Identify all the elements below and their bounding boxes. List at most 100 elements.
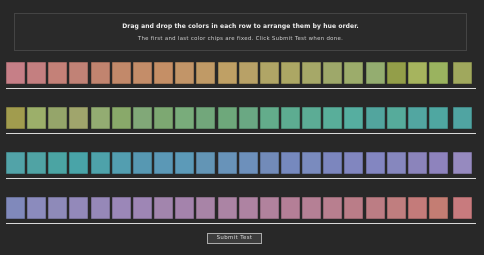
- color-chip[interactable]: [280, 107, 300, 129]
- color-chip[interactable]: [407, 197, 427, 219]
- color-chip[interactable]: [196, 152, 216, 174]
- color-chip[interactable]: [90, 107, 110, 129]
- color-chip[interactable]: [27, 62, 47, 84]
- fixed-color-chip: [6, 152, 25, 174]
- submit-test-button[interactable]: Submit Test: [207, 233, 262, 244]
- color-chip[interactable]: [280, 62, 300, 84]
- color-chip[interactable]: [238, 197, 258, 219]
- color-chip[interactable]: [344, 152, 364, 174]
- color-chip[interactable]: [365, 152, 385, 174]
- color-chip[interactable]: [259, 107, 279, 129]
- color-chip[interactable]: [27, 107, 47, 129]
- color-chip[interactable]: [154, 107, 173, 129]
- color-chip[interactable]: [259, 197, 279, 219]
- instructions-subtitle: The first and last color chips are fixed…: [137, 36, 344, 42]
- hue-test-app: Drag and drop the colors in each row to …: [0, 0, 484, 255]
- color-chip[interactable]: [280, 152, 300, 174]
- color-chip[interactable]: [48, 107, 68, 129]
- color-row-3: [6, 152, 476, 179]
- row-divider: [6, 88, 476, 89]
- color-chip[interactable]: [238, 107, 258, 129]
- color-chip[interactable]: [196, 107, 216, 129]
- color-chip[interactable]: [302, 152, 322, 174]
- fixed-color-chip: [6, 62, 25, 84]
- color-chip[interactable]: [27, 152, 47, 174]
- color-chip[interactable]: [154, 62, 173, 84]
- color-chip[interactable]: [175, 107, 195, 129]
- color-chip[interactable]: [132, 197, 152, 219]
- color-chip[interactable]: [48, 62, 68, 84]
- color-chip[interactable]: [111, 152, 131, 174]
- color-row-2: [6, 107, 476, 134]
- color-chip[interactable]: [429, 62, 448, 84]
- color-chip[interactable]: [69, 197, 89, 219]
- color-chip[interactable]: [429, 152, 448, 174]
- color-chip[interactable]: [365, 107, 385, 129]
- color-chip[interactable]: [154, 197, 173, 219]
- color-chip[interactable]: [302, 197, 322, 219]
- color-chip[interactable]: [344, 107, 364, 129]
- color-chip[interactable]: [344, 197, 364, 219]
- color-chip[interactable]: [196, 197, 216, 219]
- color-chip[interactable]: [323, 62, 343, 84]
- color-chip[interactable]: [111, 62, 131, 84]
- color-chip[interactable]: [69, 107, 89, 129]
- color-chip[interactable]: [217, 197, 237, 219]
- color-chip[interactable]: [407, 152, 427, 174]
- color-row-1: [6, 62, 476, 89]
- color-chip[interactable]: [344, 62, 364, 84]
- color-chip[interactable]: [365, 197, 385, 219]
- color-chip[interactable]: [69, 152, 89, 174]
- fixed-color-chip: [6, 107, 25, 129]
- color-chip[interactable]: [196, 62, 216, 84]
- fixed-color-chip: [6, 197, 25, 219]
- fixed-color-chip: [453, 197, 472, 219]
- color-chip[interactable]: [407, 62, 427, 84]
- color-chip[interactable]: [90, 62, 110, 84]
- color-chip[interactable]: [323, 107, 343, 129]
- row-divider: [6, 133, 476, 134]
- color-chip[interactable]: [407, 107, 427, 129]
- color-chip[interactable]: [302, 62, 322, 84]
- color-chip[interactable]: [175, 62, 195, 84]
- row-divider: [6, 223, 476, 224]
- color-chip[interactable]: [238, 152, 258, 174]
- color-chip[interactable]: [429, 107, 448, 129]
- color-chip[interactable]: [386, 107, 406, 129]
- color-chip[interactable]: [259, 152, 279, 174]
- color-chip[interactable]: [386, 62, 406, 84]
- color-chip[interactable]: [323, 197, 343, 219]
- color-chip[interactable]: [48, 197, 68, 219]
- color-chip[interactable]: [111, 197, 131, 219]
- color-chip[interactable]: [386, 197, 406, 219]
- color-chip[interactable]: [48, 152, 68, 174]
- color-chip[interactable]: [217, 107, 237, 129]
- color-chip[interactable]: [238, 62, 258, 84]
- color-chip[interactable]: [175, 197, 195, 219]
- color-row-4: [6, 197, 476, 224]
- color-chip[interactable]: [259, 62, 279, 84]
- color-chip[interactable]: [365, 62, 385, 84]
- color-chip[interactable]: [111, 107, 131, 129]
- color-chip[interactable]: [217, 152, 237, 174]
- color-chip[interactable]: [90, 152, 110, 174]
- color-chip[interactable]: [132, 62, 152, 84]
- color-chip[interactable]: [90, 197, 110, 219]
- color-chip[interactable]: [323, 152, 343, 174]
- color-chip[interactable]: [154, 152, 173, 174]
- fixed-color-chip: [453, 107, 472, 129]
- instructions-panel: Drag and drop the colors in each row to …: [14, 13, 467, 51]
- color-chip[interactable]: [302, 107, 322, 129]
- fixed-color-chip: [453, 152, 472, 174]
- color-chip[interactable]: [132, 152, 152, 174]
- color-chip[interactable]: [27, 197, 47, 219]
- color-chip[interactable]: [429, 197, 448, 219]
- color-chip[interactable]: [69, 62, 89, 84]
- color-chip[interactable]: [132, 107, 152, 129]
- color-chip[interactable]: [175, 152, 195, 174]
- color-chip[interactable]: [217, 62, 237, 84]
- fixed-color-chip: [453, 62, 472, 84]
- color-chip[interactable]: [280, 197, 300, 219]
- color-chip[interactable]: [386, 152, 406, 174]
- instructions-title: Drag and drop the colors in each row to …: [122, 23, 359, 30]
